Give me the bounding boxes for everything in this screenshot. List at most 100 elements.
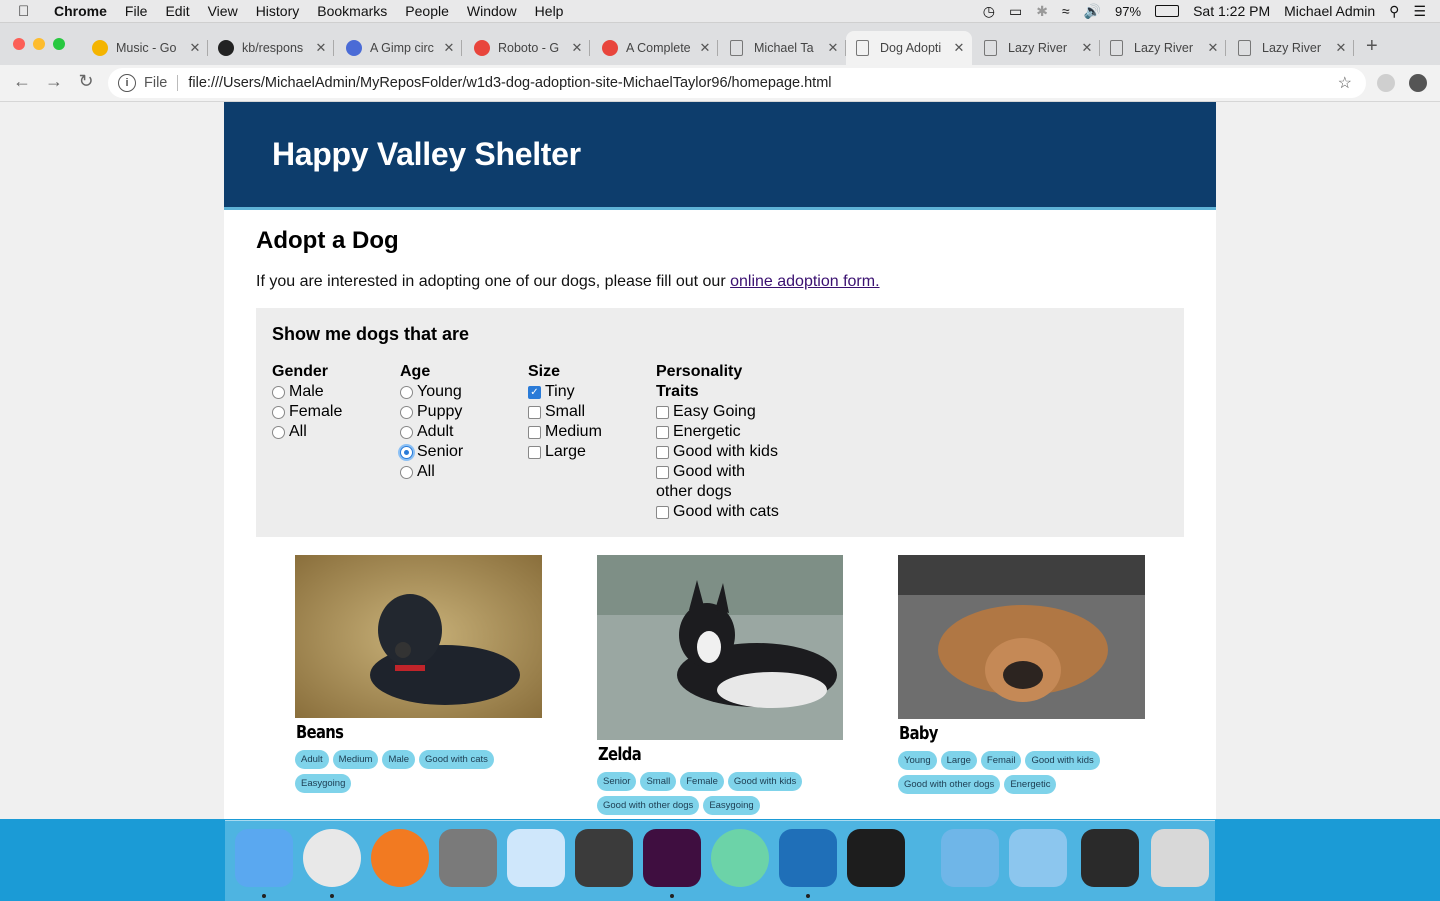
radio-button-selected[interactable]	[400, 446, 413, 459]
radio-button[interactable]	[272, 406, 285, 419]
size-option-tiny[interactable]: ✓ Tiny	[528, 382, 602, 402]
applications-folder-icon[interactable]	[941, 829, 999, 887]
tab[interactable]: A Complete ✕	[592, 31, 718, 65]
user-name[interactable]: Michael Admin	[1284, 3, 1375, 19]
checkbox[interactable]	[528, 446, 541, 459]
site-info-icon[interactable]: i	[118, 74, 136, 92]
time-machine-icon[interactable]: ◷	[983, 3, 995, 20]
close-tab-icon[interactable]: ✕	[1206, 40, 1220, 56]
close-tab-icon[interactable]: ✕	[826, 40, 840, 56]
chrome-icon[interactable]	[303, 829, 361, 887]
terminal-icon[interactable]	[847, 829, 905, 887]
google-plus-icon[interactable]	[1081, 829, 1139, 887]
profile-icon[interactable]	[1377, 74, 1395, 92]
reload-button[interactable]: ↻	[74, 71, 98, 92]
close-tab-icon[interactable]: ✕	[952, 40, 966, 56]
checkbox-checked[interactable]: ✓	[528, 386, 541, 399]
wifi-icon[interactable]: ≈	[1062, 3, 1070, 19]
checkbox[interactable]	[528, 426, 541, 439]
menu-file[interactable]: File	[125, 3, 148, 19]
radio-button[interactable]	[400, 466, 413, 479]
new-tab-button[interactable]: +	[1366, 35, 1378, 58]
address-bar[interactable]: i File file:///Users/MichaelAdmin/MyRepo…	[108, 68, 1366, 98]
airplay-icon[interactable]: ▭	[1009, 3, 1022, 20]
tab[interactable]: Music - Go ✕	[82, 31, 208, 65]
spotlight-search-icon[interactable]: ⚲	[1389, 3, 1399, 20]
apple-icon[interactable]: 	[18, 3, 38, 20]
forward-button[interactable]: →	[42, 71, 66, 92]
menu-edit[interactable]: Edit	[165, 3, 189, 19]
menu-app-chrome[interactable]: Chrome	[54, 3, 107, 19]
gender-option-female[interactable]: Female	[272, 402, 342, 422]
bookmark-star-icon[interactable]: ☆	[1338, 73, 1352, 93]
checkbox[interactable]	[656, 466, 669, 479]
close-tab-icon[interactable]: ✕	[188, 40, 202, 56]
tab[interactable]: Lazy River ✕	[1100, 31, 1226, 65]
firefox-icon[interactable]	[371, 829, 429, 887]
age-option-puppy[interactable]: Puppy	[400, 402, 463, 422]
radio-button[interactable]	[400, 426, 413, 439]
url-text[interactable]: file:///Users/MichaelAdmin/MyReposFolder…	[188, 75, 831, 91]
trait-option-good-with-other-dogs[interactable]: Good with	[656, 462, 786, 482]
balsamiq-icon[interactable]	[507, 829, 565, 887]
age-option-senior[interactable]: Senior	[400, 442, 463, 462]
zoom-window-button[interactable]	[53, 38, 65, 50]
bluetooth-icon[interactable]: ✱	[1036, 3, 1048, 20]
gender-option-male[interactable]: Male	[272, 382, 342, 402]
finder-icon[interactable]	[235, 829, 293, 887]
minimize-window-button[interactable]	[33, 38, 45, 50]
back-button[interactable]: ←	[10, 71, 34, 92]
system-preferences-icon[interactable]	[439, 829, 497, 887]
checkbox[interactable]	[528, 406, 541, 419]
tab[interactable]: kb/respons ✕	[208, 31, 334, 65]
close-tab-icon[interactable]: ✕	[570, 40, 584, 56]
radio-button[interactable]	[272, 426, 285, 439]
volume-icon[interactable]: 🔊	[1084, 3, 1101, 20]
gender-option-all[interactable]: All	[272, 422, 342, 442]
size-option-medium[interactable]: Medium	[528, 422, 602, 442]
close-tab-icon[interactable]: ✕	[1334, 40, 1348, 56]
battery-icon[interactable]	[1155, 5, 1180, 17]
checkbox[interactable]	[656, 446, 669, 459]
age-option-all[interactable]: All	[400, 462, 463, 482]
tab[interactable]: Dog Adopti ✕	[846, 31, 972, 65]
menu-window[interactable]: Window	[467, 3, 517, 19]
close-tab-icon[interactable]: ✕	[1080, 40, 1094, 56]
menu-history[interactable]: History	[256, 3, 300, 19]
clock[interactable]: Sat 1:22 PM	[1193, 3, 1270, 19]
close-tab-icon[interactable]: ✕	[698, 40, 712, 56]
size-option-large[interactable]: Large	[528, 442, 602, 462]
close-tab-icon[interactable]: ✕	[314, 40, 328, 56]
menu-view[interactable]: View	[208, 3, 238, 19]
atom-icon[interactable]	[711, 829, 769, 887]
radio-button[interactable]	[400, 406, 413, 419]
size-option-small[interactable]: Small	[528, 402, 602, 422]
adoption-form-link[interactable]: online adoption form.	[730, 273, 879, 290]
documents-folder-icon[interactable]	[1009, 829, 1067, 887]
checkbox[interactable]	[656, 406, 669, 419]
tab[interactable]: Roboto - G ✕	[464, 31, 590, 65]
trash-icon[interactable]	[1151, 829, 1209, 887]
radio-button[interactable]	[400, 386, 413, 399]
notification-center-icon[interactable]: ☰	[1413, 3, 1426, 20]
vscode-icon[interactable]	[779, 829, 837, 887]
trait-option-easy-going[interactable]: Easy Going	[656, 402, 786, 422]
extension-icon[interactable]	[1409, 74, 1427, 92]
close-tab-icon[interactable]: ✕	[442, 40, 456, 56]
checkbox[interactable]	[656, 506, 669, 519]
tab[interactable]: A Gimp circ ✕	[336, 31, 462, 65]
battery-percent[interactable]: 97%	[1115, 4, 1141, 19]
sketch-icon[interactable]	[575, 829, 633, 887]
trait-option-energetic[interactable]: Energetic	[656, 422, 786, 442]
age-option-young[interactable]: Young	[400, 382, 463, 402]
tab[interactable]: Lazy River ✕	[974, 31, 1100, 65]
tab[interactable]: Lazy River ✕	[1228, 31, 1354, 65]
radio-button[interactable]	[272, 386, 285, 399]
age-option-adult[interactable]: Adult	[400, 422, 463, 442]
trait-option-good-with-kids[interactable]: Good with kids	[656, 442, 786, 462]
trait-option-good-with-cats[interactable]: Good with cats	[656, 502, 786, 522]
menu-bookmarks[interactable]: Bookmarks	[317, 3, 387, 19]
menu-people[interactable]: People	[405, 3, 449, 19]
menu-help[interactable]: Help	[535, 3, 564, 19]
slack-icon[interactable]	[643, 829, 701, 887]
